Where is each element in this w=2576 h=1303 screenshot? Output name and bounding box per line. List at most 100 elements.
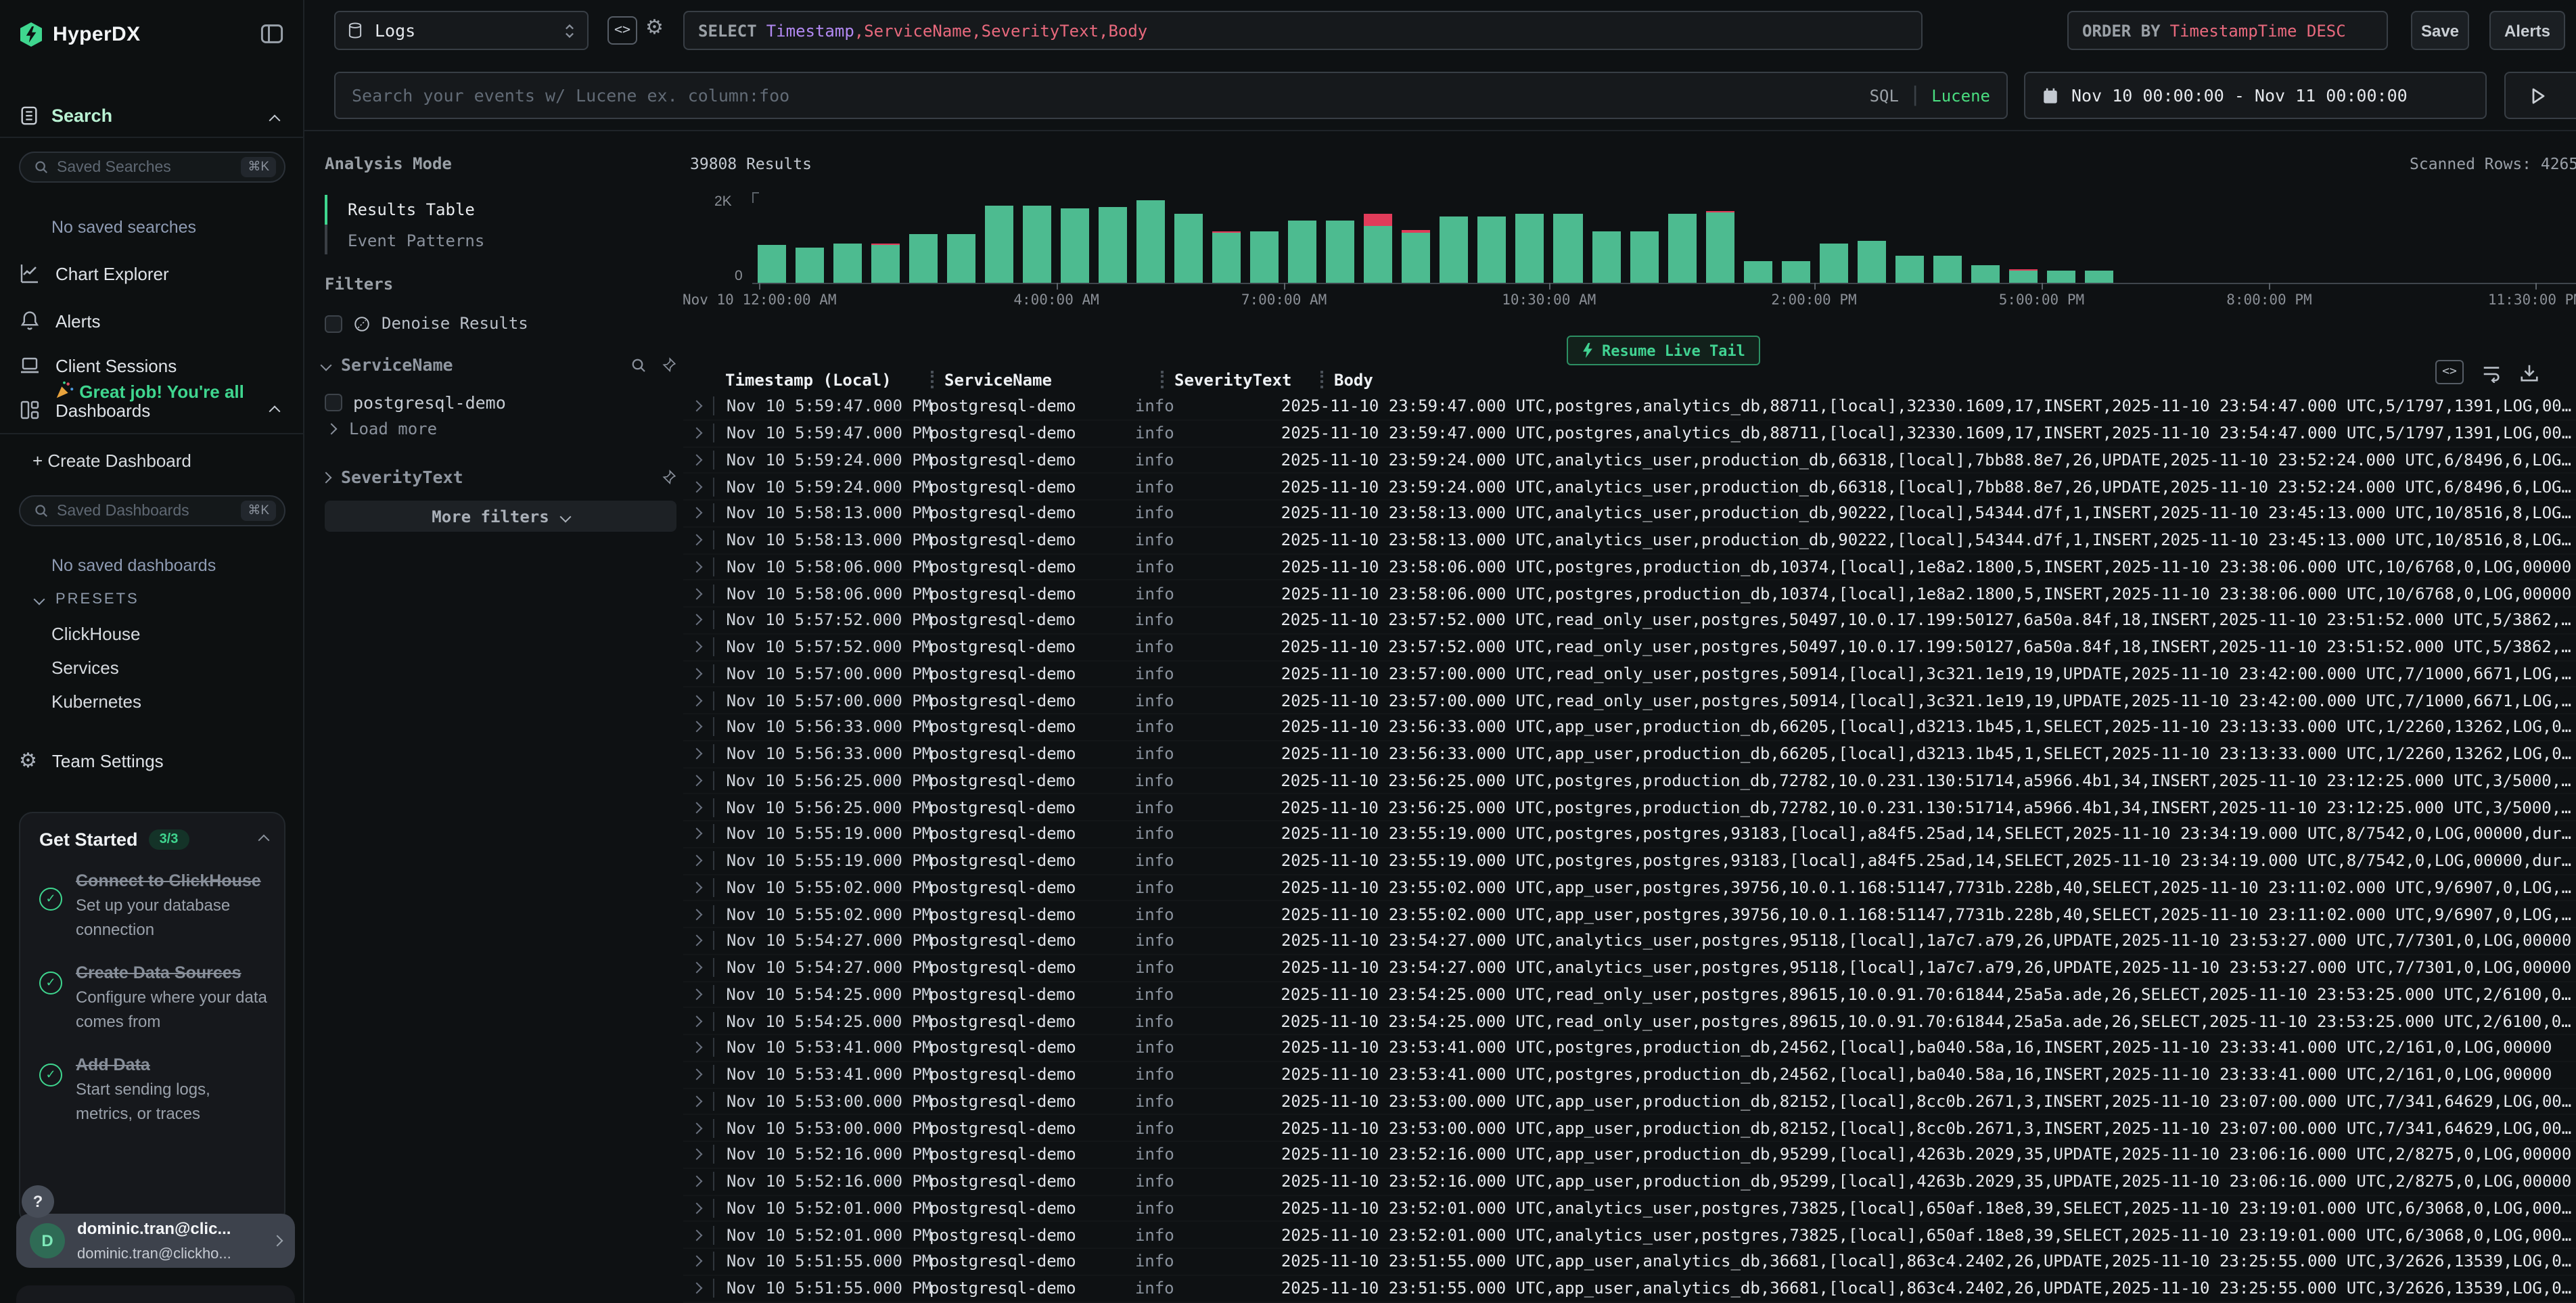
table-row[interactable]: Nov 10 5:57:52.000 PMpostgresql-demoinfo… [683,635,2576,662]
search-icon[interactable] [630,357,647,373]
saved-searches-input[interactable] [57,159,233,175]
chevron-up-icon[interactable] [258,834,270,846]
expand-row-icon[interactable] [691,507,702,519]
histogram-bar[interactable] [1094,207,1132,283]
expand-row-icon[interactable] [691,401,702,412]
table-row[interactable]: Nov 10 5:55:02.000 PMpostgresql-demoinfo… [683,902,2576,929]
alerts-button[interactable]: Alerts [2489,11,2565,50]
expand-row-icon[interactable] [691,481,702,493]
table-row[interactable]: Nov 10 5:59:24.000 PMpostgresql-demoinfo… [683,447,2576,474]
table-row[interactable]: Nov 10 5:57:00.000 PMpostgresql-demoinfo… [683,688,2576,715]
code-mode-button[interactable]: <> [607,16,637,45]
table-row[interactable]: Nov 10 5:55:19.000 PMpostgresql-demoinfo… [683,848,2576,875]
histogram-bar[interactable] [1018,206,1056,283]
expand-row-icon[interactable] [691,721,702,733]
histogram-bar[interactable] [942,234,980,283]
table-row[interactable]: Nov 10 5:53:00.000 PMpostgresql-demoinfo… [683,1089,2576,1116]
table-row[interactable]: Nov 10 5:58:06.000 PMpostgresql-demoinfo… [683,554,2576,581]
expand-row-icon[interactable] [691,828,702,840]
histogram-bar[interactable] [1170,214,1208,283]
histogram-bar[interactable] [2004,269,2042,283]
table-row[interactable]: Nov 10 5:58:13.000 PMpostgresql-demoinfo… [683,528,2576,555]
histogram-bar[interactable] [1473,216,1511,283]
column-resize-handle[interactable] [1320,371,1323,388]
expand-row-icon[interactable] [691,775,702,786]
app-logo[interactable]: HyperDX [19,22,141,47]
column-header-timestamp[interactable]: Timestamp (Local) [725,370,931,389]
expand-row-icon[interactable] [691,855,702,867]
expand-row-icon[interactable] [691,614,702,626]
histogram-bar[interactable] [1511,214,1549,283]
help-button[interactable]: ? [22,1185,54,1218]
table-row[interactable]: Nov 10 5:52:01.000 PMpostgresql-demoinfo… [683,1195,2576,1222]
table-row[interactable]: Nov 10 5:55:19.000 PMpostgresql-demoinfo… [683,821,2576,848]
create-dashboard-button[interactable]: + Create Dashboard [32,451,191,471]
load-more-button[interactable]: Load more [327,419,437,438]
histogram-bar[interactable] [1663,214,1701,283]
histogram-bar[interactable] [1967,265,2004,283]
table-row[interactable]: Nov 10 5:58:06.000 PMpostgresql-demoinfo… [683,581,2576,608]
table-row[interactable]: Nov 10 5:54:25.000 PMpostgresql-demoinfo… [683,1009,2576,1036]
table-row[interactable]: Nov 10 5:56:33.000 PMpostgresql-demoinfo… [683,714,2576,741]
histogram-bar[interactable] [1321,221,1359,283]
expand-row-icon[interactable] [691,668,702,679]
filter-checkbox[interactable] [325,394,342,411]
table-row[interactable]: Nov 10 5:54:27.000 PMpostgresql-demoinfo… [683,928,2576,955]
sidebar-item-search[interactable]: Search [19,106,112,126]
saved-searches-search[interactable]: ⌘K [19,152,285,183]
table-row[interactable]: Nov 10 5:54:25.000 PMpostgresql-demoinfo… [683,982,2576,1009]
histogram-bar[interactable] [1360,214,1398,283]
denoise-checkbox[interactable] [325,315,342,332]
table-row[interactable]: Nov 10 5:59:24.000 PMpostgresql-demoinfo… [683,474,2576,501]
denoise-results-option[interactable]: Denoise Results [325,314,528,333]
table-row[interactable]: Nov 10 5:58:13.000 PMpostgresql-demoinfo… [683,501,2576,528]
table-row[interactable]: Nov 10 5:52:01.000 PMpostgresql-demoinfo… [683,1222,2576,1250]
sidebar-item-team-settings[interactable]: ⚙ Team Settings [19,751,285,771]
histogram-bar[interactable] [1929,256,1967,283]
more-filters-button[interactable]: More filters [325,501,676,532]
table-row[interactable]: Nov 10 5:52:16.000 PMpostgresql-demoinfo… [683,1169,2576,1196]
save-button[interactable]: Save [2411,11,2469,50]
download-icon[interactable] [2519,362,2539,382]
histogram-bar[interactable] [1056,208,1094,283]
search-input[interactable] [352,85,1856,106]
table-row[interactable]: Nov 10 5:56:33.000 PMpostgresql-demoinfo… [683,741,2576,769]
expand-row-icon[interactable] [691,935,703,946]
expand-row-icon[interactable] [691,428,702,439]
event-search-bar[interactable]: SQL | Lucene [334,72,2008,119]
pin-icon[interactable] [660,357,676,373]
table-row[interactable]: Nov 10 5:53:41.000 PMpostgresql-demoinfo… [683,1062,2576,1089]
column-header-severitytext[interactable]: SeverityText [1174,370,1320,389]
preset-item-kubernetes[interactable]: Kubernetes [51,691,141,712]
sidebar-collapse-icon[interactable] [260,22,284,46]
histogram-bar[interactable] [1208,231,1245,283]
resume-live-tail-button[interactable]: Resume Live Tail [1567,336,1760,365]
time-range-picker[interactable]: Nov 10 00:00:00 - Nov 11 00:00:00 [2024,72,2487,119]
tab-event-patterns[interactable]: Event Patterns [348,231,484,250]
histogram-bar[interactable] [2042,271,2080,283]
order-by-input[interactable]: ORDER BYTimestampTime DESC [2067,11,2388,50]
mode-lucene-toggle[interactable]: Lucene [1931,86,1990,105]
histogram-bar[interactable] [904,234,942,283]
select-query-input[interactable]: SELECTTimestamp,ServiceName,SeverityText… [683,11,1923,50]
column-resize-handle[interactable] [931,371,934,388]
expand-row-icon[interactable] [691,454,702,465]
histogram-bar[interactable] [1815,244,1853,283]
sidebar-item-client-sessions[interactable]: Client Sessions [19,355,285,376]
histogram-bar[interactable] [2080,271,2118,283]
table-row[interactable]: Nov 10 5:51:55.000 PMpostgresql-demoinfo… [683,1276,2576,1303]
column-resize-handle[interactable] [1161,371,1164,388]
table-row[interactable]: Nov 10 5:53:00.000 PMpostgresql-demoinfo… [683,1116,2576,1143]
histogram-bar[interactable] [980,206,1018,283]
expand-row-icon[interactable] [691,882,702,893]
run-query-button[interactable] [2504,72,2576,119]
histogram-bar[interactable] [1587,231,1625,283]
get-started-item[interactable]: ✓ Add Data Start sending logs, metrics, … [20,1043,284,1135]
get-started-item[interactable]: ✓ Connect to ClickHouse Set up your data… [20,858,284,950]
sidebar-item-chart-explorer[interactable]: Chart Explorer [19,262,285,284]
histogram-bar[interactable] [752,245,790,283]
expand-row-icon[interactable] [691,561,703,572]
expand-row-icon[interactable] [691,748,702,760]
tab-results-table[interactable]: Results Table [348,200,475,219]
expand-row-icon[interactable] [691,1095,702,1107]
